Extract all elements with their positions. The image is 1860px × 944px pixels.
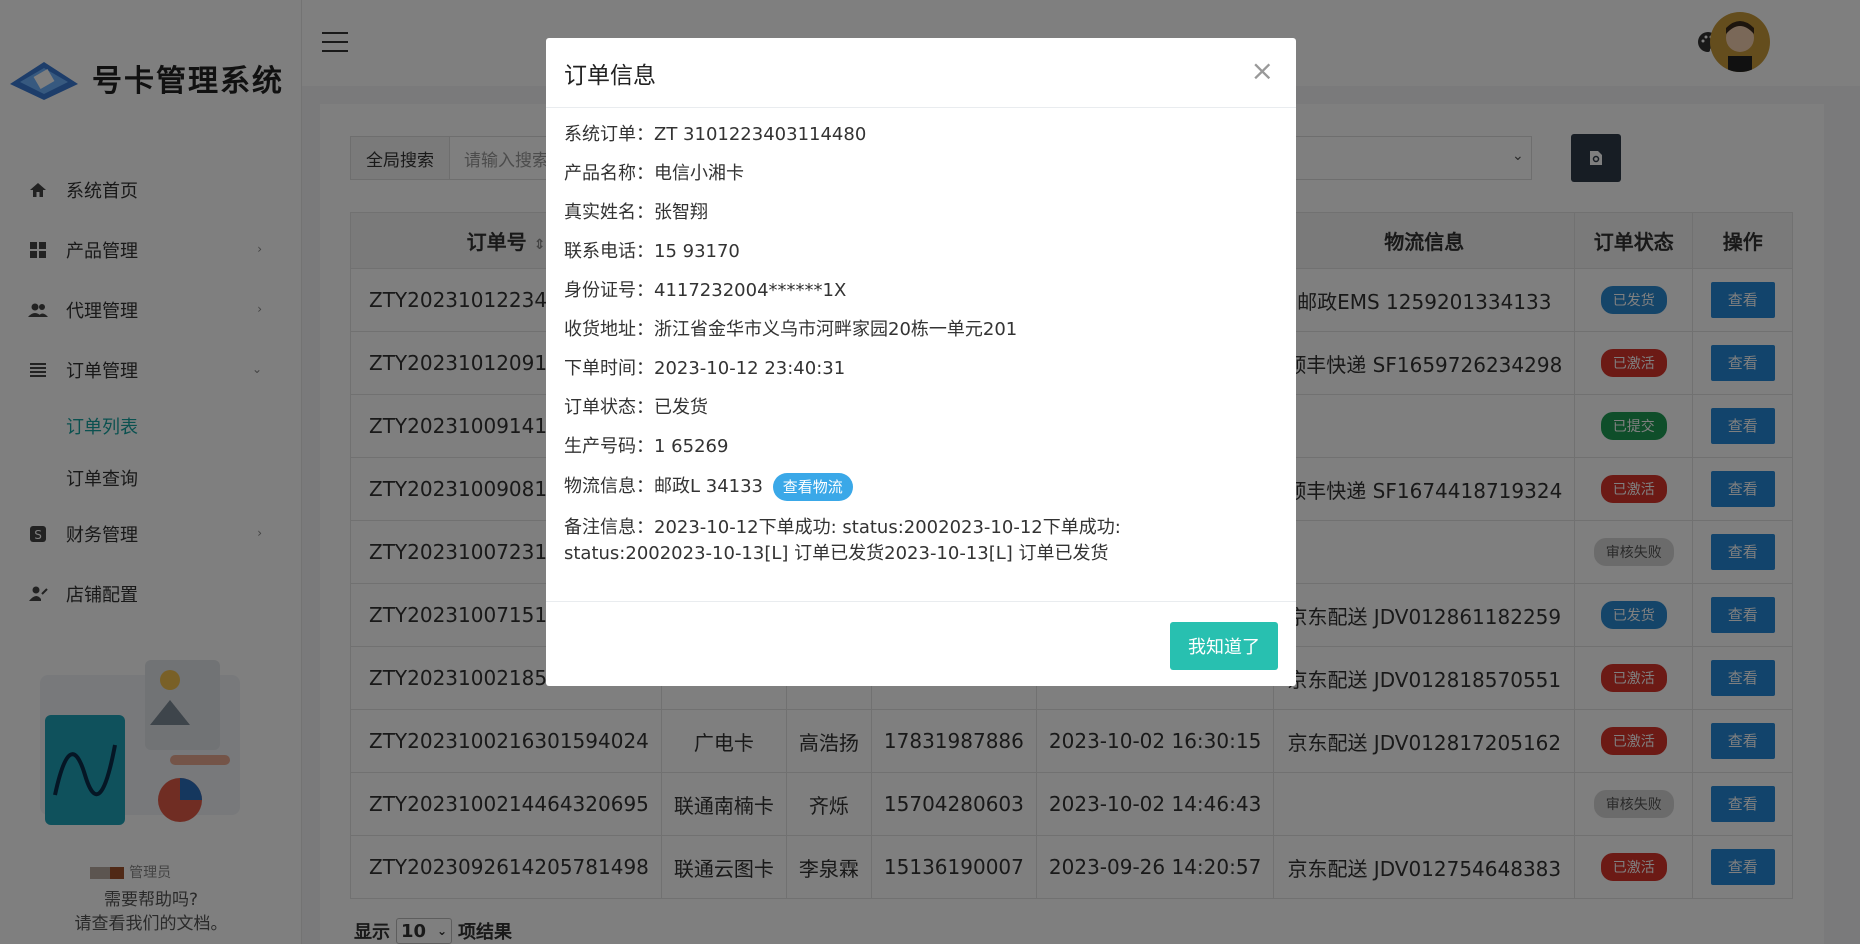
field-system-order: 系统订单：ZT 3101223403114480 [564, 124, 867, 145]
acknowledge-button[interactable]: 我知道了 [1170, 622, 1278, 670]
field-remark: 备注信息：2023-10-12下单成功: status:2002023-10-1… [564, 517, 1121, 564]
modal-body: 系统订单：ZT 3101223403114480 产品名称：电信小湘卡 真实姓名… [546, 108, 1296, 567]
field-logistics: 物流信息：邮政L 34133 查看物流 [564, 473, 1278, 501]
field-production-no: 生产号码：1 65269 [564, 436, 729, 457]
close-icon[interactable]: × [1251, 54, 1274, 87]
field-phone: 联系电话：15 93170 [564, 241, 740, 262]
field-product: 产品名称：电信小湘卡 [564, 163, 744, 184]
modal-header: 订单信息 × [546, 38, 1296, 108]
field-status: 订单状态：已发货 [564, 397, 708, 418]
view-logistics-button[interactable]: 查看物流 [772, 473, 853, 501]
modal-title: 订单信息 [564, 62, 656, 89]
field-real-name: 真实姓名：张智翔 [564, 202, 708, 223]
field-order-time: 下单时间：2023-10-12 23:40:31 [564, 358, 846, 379]
modal-footer-divider [546, 601, 1296, 602]
field-address: 收货地址：浙江省金华市义乌市河畔家园20栋一单元201 [564, 319, 1018, 340]
field-id-number: 身份证号：4117232004******1X [564, 280, 847, 301]
order-info-modal: 订单信息 × 系统订单：ZT 3101223403114480 产品名称：电信小… [546, 38, 1296, 686]
